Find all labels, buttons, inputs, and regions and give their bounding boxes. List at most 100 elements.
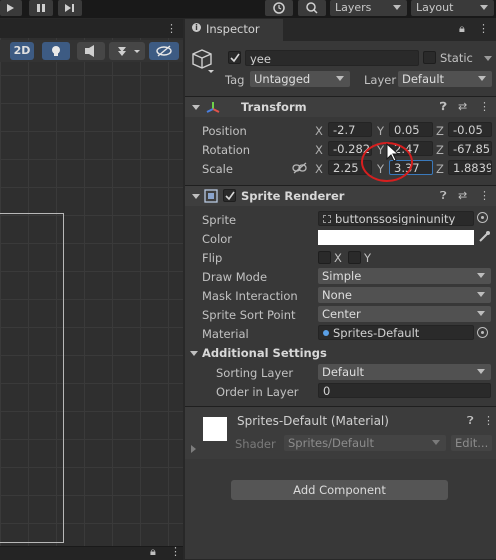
color-label: Color — [202, 232, 233, 246]
sprite-sort-point-dropdown[interactable]: Center — [318, 306, 491, 322]
more-menu-icon[interactable]: ⋮ — [166, 22, 177, 35]
help-icon[interactable]: ❓︎ — [440, 100, 447, 114]
history-icon — [273, 2, 285, 14]
scene-tab-bar: ⋮ — [0, 19, 183, 38]
rotation-label: Rotation — [202, 143, 251, 157]
more-menu-icon[interactable]: ⋮ — [170, 545, 181, 558]
step-icon — [65, 4, 74, 12]
layout-label: Layout — [416, 1, 454, 14]
search-button[interactable] — [298, 0, 326, 16]
add-component-button[interactable]: Add Component — [231, 480, 448, 500]
more-menu-icon[interactable]: ⋮ — [483, 414, 494, 427]
mask-interaction-value: None — [322, 288, 353, 302]
help-icon[interactable]: ❓︎ — [467, 414, 474, 428]
inspector-tab-label: Inspector — [206, 22, 260, 36]
order-in-layer-label: Order in Layer — [216, 385, 299, 399]
more-menu-icon[interactable]: ⋮ — [479, 189, 490, 202]
layers-dropdown[interactable]: Layers — [330, 0, 407, 16]
position-y-field[interactable]: 0.05 — [389, 122, 433, 137]
mouse-cursor-icon — [386, 143, 400, 162]
rotation-z-field[interactable]: -67.856 — [448, 141, 492, 156]
preset-icon[interactable]: ⇄ — [458, 189, 467, 202]
foldout-arrow-icon[interactable] — [190, 351, 198, 356]
draw-mode-label: Draw Mode — [202, 270, 268, 284]
play-button[interactable] — [0, 0, 22, 16]
sprite-field[interactable]: buttonssosigninunity — [318, 211, 474, 226]
flip-y-label: Y — [364, 251, 372, 265]
chevron-down-icon[interactable] — [484, 56, 492, 61]
tab-inspector[interactable]: i Inspector — [185, 19, 283, 41]
static-checkbox[interactable] — [423, 51, 436, 64]
effects-icon[interactable] — [109, 42, 145, 60]
more-menu-icon[interactable]: ⋮ — [478, 22, 489, 35]
shader-dropdown[interactable]: Sprites/Default — [284, 435, 446, 451]
preset-icon[interactable]: ⇄ — [458, 100, 467, 113]
draw-mode-dropdown[interactable]: Simple — [318, 268, 491, 284]
step-button[interactable] — [58, 0, 82, 16]
info-icon: i — [192, 23, 201, 32]
position-z-field[interactable]: -0.05 — [448, 122, 492, 137]
chevron-down-icon — [336, 76, 344, 81]
shader-value: Sprites/Default — [288, 436, 374, 450]
foldout-arrow-icon[interactable] — [192, 105, 200, 110]
layout-dropdown[interactable]: Layout — [411, 0, 494, 16]
chevron-down-icon — [477, 311, 485, 316]
chevron-down-icon — [477, 273, 485, 278]
sprite-value: buttonssosigninunity — [335, 212, 456, 226]
chevron-down-icon — [480, 5, 488, 10]
transform-gizmo-icon — [206, 102, 220, 113]
flip-y-checkbox[interactable] — [348, 251, 361, 264]
sprite-renderer-header[interactable]: Sprite Renderer ❓︎ ⇄ ⋮ — [185, 185, 496, 206]
audio-icon[interactable] — [77, 42, 105, 60]
axis-z-label: Z — [436, 124, 444, 138]
static-label: Static — [440, 51, 473, 65]
lock-icon[interactable]: 🔒︎ — [459, 22, 465, 36]
object-picker-icon[interactable] — [477, 212, 488, 223]
light-bulb-icon[interactable] — [42, 42, 70, 60]
flip-x-checkbox[interactable] — [318, 251, 331, 264]
gameobject-cube-icon — [192, 49, 214, 73]
history-button[interactable] — [265, 0, 293, 16]
hidden-toggle-icon[interactable] — [149, 42, 179, 60]
sorting-layer-value: Default — [322, 365, 365, 379]
tag-dropdown[interactable]: Untagged — [250, 71, 350, 87]
more-menu-icon[interactable]: ⋮ — [479, 100, 490, 113]
foldout-arrow-icon[interactable] — [191, 445, 196, 453]
mask-interaction-dropdown[interactable]: None — [318, 287, 491, 303]
help-icon[interactable]: ❓︎ — [440, 189, 447, 203]
sorting-layer-dropdown[interactable]: Default — [318, 364, 491, 380]
scale-z-field[interactable]: 1.8839 — [448, 160, 492, 175]
chevron-down-icon — [432, 440, 440, 445]
color-swatch[interactable] — [318, 230, 474, 245]
object-name-field[interactable]: yee — [245, 50, 419, 66]
material-section: Sprites-Default (Material) ❓︎ ⋮ Shader S… — [185, 406, 496, 459]
2d-mode-button[interactable]: 2D — [10, 42, 34, 60]
object-picker-icon[interactable] — [477, 327, 488, 338]
layer-dropdown[interactable]: Default — [398, 71, 492, 87]
pause-button[interactable] — [29, 0, 53, 16]
sprite-renderer-icon — [204, 189, 218, 203]
additional-settings-title[interactable]: Additional Settings — [202, 346, 327, 360]
material-title: Sprites-Default (Material) — [237, 414, 389, 428]
lock-icon[interactable]: 🔒︎ — [150, 545, 156, 559]
axis-x-label: X — [315, 162, 323, 176]
shader-label: Shader — [235, 437, 276, 451]
position-x-field[interactable]: -2.7 — [328, 122, 372, 137]
transform-header[interactable]: Transform ❓︎ ⇄ ⋮ — [185, 96, 496, 117]
constrain-proportions-icon[interactable] — [292, 162, 308, 174]
active-checkbox[interactable] — [228, 51, 241, 64]
camera-bounds-rect — [0, 213, 64, 543]
material-value: Sprites-Default — [333, 326, 420, 340]
sprite-sort-point-label: Sprite Sort Point — [202, 308, 296, 322]
chevron-down-icon — [477, 292, 485, 297]
foldout-arrow-icon[interactable] — [192, 194, 200, 199]
material-field[interactable]: Sprites-Default — [318, 325, 474, 340]
sprite-renderer-enabled-checkbox[interactable] — [223, 189, 236, 202]
tag-label: Tag — [225, 73, 245, 87]
edit-shader-button[interactable]: Edit... — [451, 435, 492, 451]
eyedropper-icon[interactable] — [477, 230, 491, 244]
material-label: Material — [202, 327, 249, 341]
inspector-tab-bar: i Inspector 🔒︎ ⋮ — [185, 19, 496, 41]
order-in-layer-field[interactable]: 0 — [318, 383, 491, 398]
scene-toolbar: 2D — [0, 40, 183, 62]
